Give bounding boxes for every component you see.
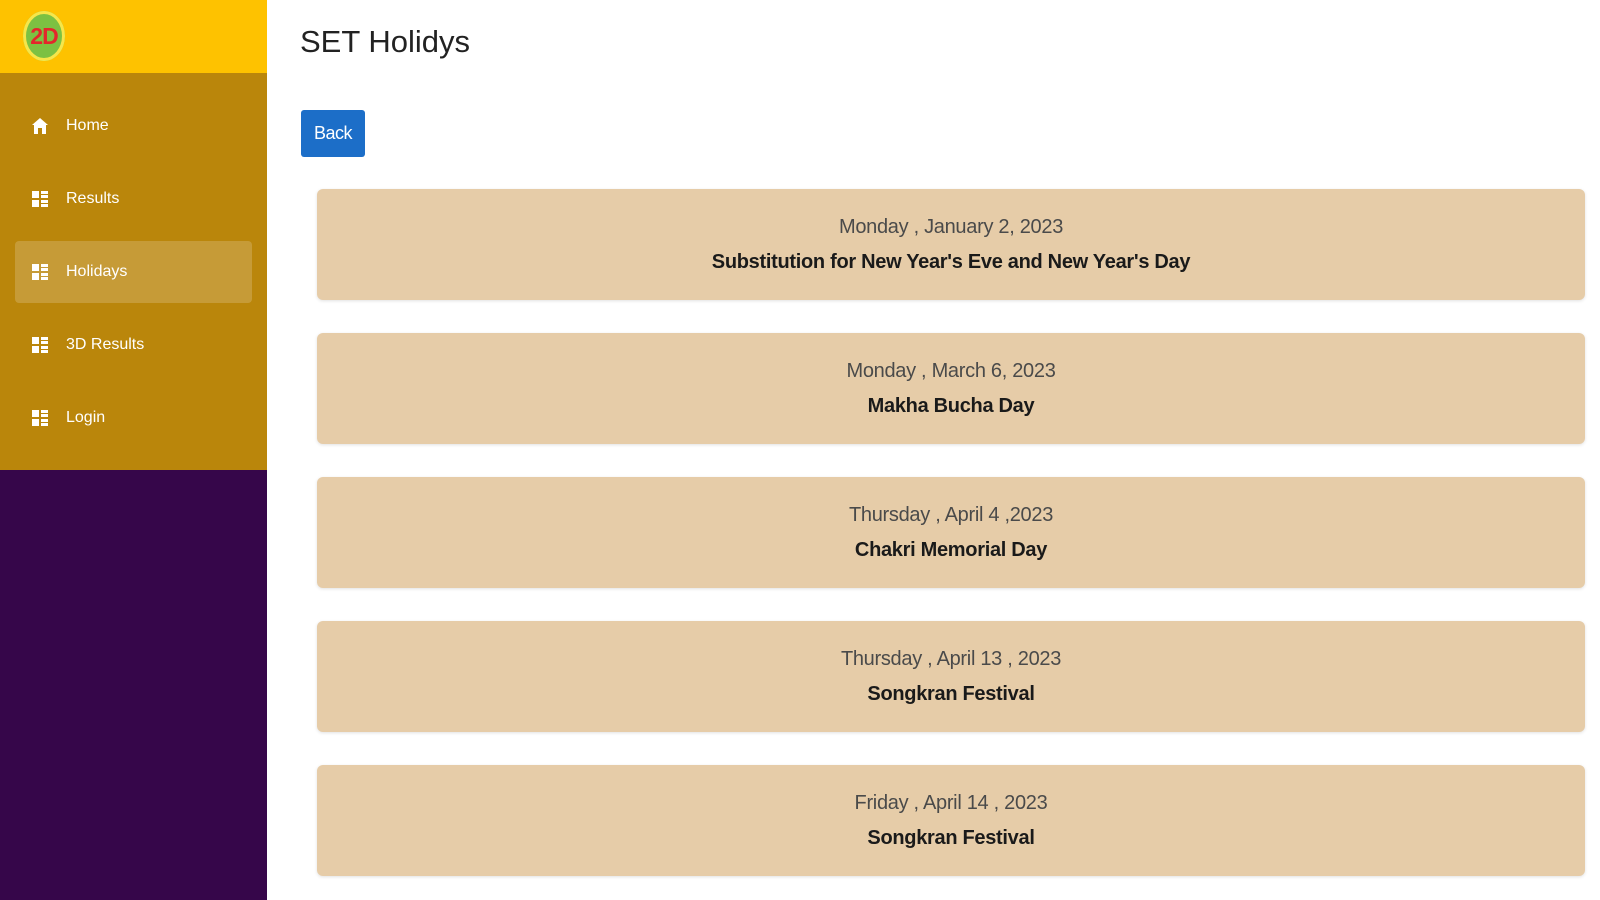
holiday-name: Songkran Festival (867, 826, 1035, 849)
logo-bar: 2D (0, 0, 267, 73)
sidebar-item-3d-results[interactable]: 3D Results (15, 314, 252, 376)
sidebar-item-label: Holidays (66, 263, 128, 280)
sidebar-item-holidays[interactable]: Holidays (15, 241, 252, 303)
sidebar-item-label: Results (66, 190, 120, 207)
app-root: 2D Home Results Holidays 3D Results Logi… (0, 0, 1600, 900)
holiday-date: Friday , April 14 , 2023 (854, 791, 1048, 814)
holiday-card: Monday , January 2, 2023 Substitution fo… (317, 189, 1585, 300)
sidebar-item-label: Login (66, 409, 106, 426)
holiday-name: Chakri Memorial Day (854, 538, 1048, 561)
sidebar-item-results[interactable]: Results (15, 168, 252, 230)
sidebar-item-label: 3D Results (66, 336, 145, 353)
holiday-name: Songkran Festival (867, 682, 1035, 705)
holiday-card: Friday , April 14 , 2023 Songkran Festiv… (317, 765, 1585, 876)
holiday-name: Substitution for New Year's Eve and New … (711, 250, 1191, 273)
page-title: SET Holidys (300, 24, 470, 59)
holiday-date: Thursday , April 13 , 2023 (840, 647, 1062, 670)
main-content: SET Holidys Back Monday , January 2, 202… (267, 0, 1600, 900)
app-logo[interactable]: 2D (23, 11, 65, 61)
sidebar-item-login[interactable]: Login (15, 387, 252, 449)
holiday-name: Makha Bucha Day (867, 394, 1035, 417)
list-icon (31, 336, 49, 354)
sidebar-item-label: Home (66, 117, 109, 134)
holiday-date: Monday , January 2, 2023 (838, 215, 1064, 238)
list-icon (31, 263, 49, 281)
holiday-date: Monday , March 6, 2023 (846, 359, 1056, 382)
holiday-card: Thursday , April 4 ,2023 Chakri Memorial… (317, 477, 1585, 588)
home-icon (31, 117, 49, 135)
back-button[interactable]: Back (301, 110, 365, 157)
list-icon (31, 190, 49, 208)
list-icon (31, 409, 49, 427)
holiday-list: Monday , January 2, 2023 Substitution fo… (317, 189, 1585, 900)
holiday-card: Thursday , April 13 , 2023 Songkran Fest… (317, 621, 1585, 732)
holiday-card: Monday , March 6, 2023 Makha Bucha Day (317, 333, 1585, 444)
sidebar: 2D Home Results Holidays 3D Results Logi… (0, 0, 267, 900)
logo-text: 2D (30, 22, 58, 49)
holiday-date: Thursday , April 4 ,2023 (848, 503, 1054, 526)
sidebar-nav: Home Results Holidays 3D Results Login (0, 73, 267, 470)
sidebar-item-home[interactable]: Home (15, 95, 252, 157)
